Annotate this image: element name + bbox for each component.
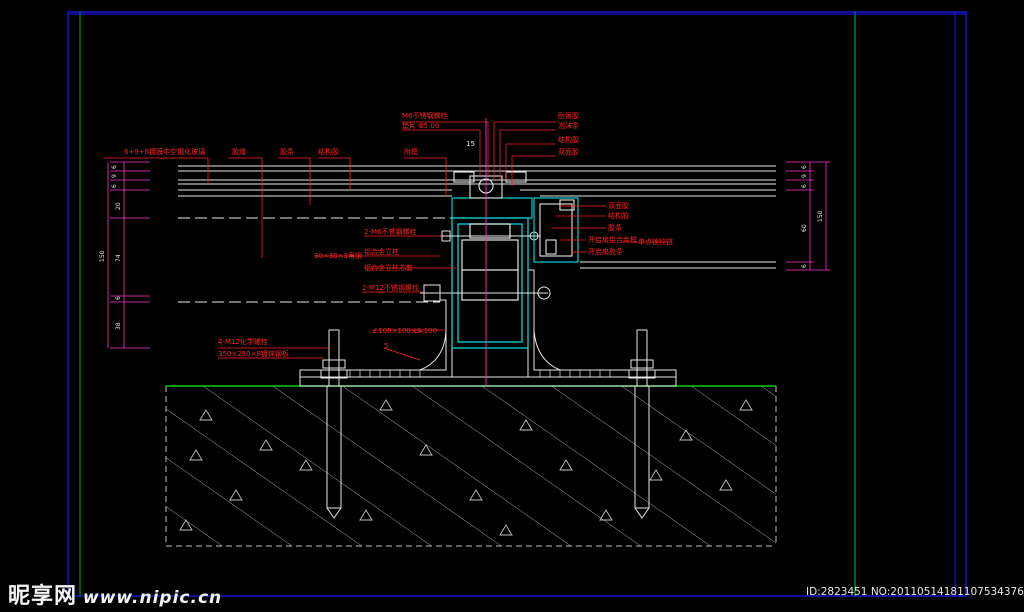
- dim-left-2: 9: [111, 174, 118, 178]
- angle-steel-right: [527, 269, 677, 378]
- label-m12: 2-M12不锈钢螺栓: [362, 283, 419, 292]
- label-l2: 胶缝: [232, 147, 246, 156]
- label-sealant: 耐候胶: [558, 111, 579, 120]
- aluminum-mullion: [451, 217, 529, 349]
- right-dimension-values: 6 9 6 60 6 150: [801, 165, 824, 268]
- label-l4: 结构胶: [318, 147, 339, 156]
- dim-right-2: 9: [801, 174, 808, 178]
- dim-right-1: 6: [801, 165, 808, 169]
- label-angle-len: L=100: [414, 327, 437, 335]
- label-t3: 结构胶: [558, 135, 579, 144]
- label-m6: 2-M6不锈钢螺栓: [364, 227, 416, 236]
- label-insert: 铝合金立柱芯套: [364, 263, 413, 272]
- angle-fillet-right: [533, 329, 561, 371]
- site-watermark: 昵享网 www.nipic.cn: [8, 578, 222, 610]
- label-chem-bolt: 4-M12化学螺栓: [218, 337, 268, 346]
- dim-right-4: 60: [801, 224, 808, 232]
- dim-right-5: 6: [801, 264, 808, 268]
- glass-panes: [178, 165, 776, 303]
- labels-top: M6不锈钢螺栓 垫片 Φ5.00 耐候胶 泡沫条 结构胶 双面胶 15: [402, 111, 579, 156]
- image-id: ID:2823451 NO:20110514181107534376: [806, 586, 1024, 598]
- label-r3: 胶条: [608, 223, 622, 232]
- dim-left-7: 38: [115, 322, 122, 330]
- watermark-url: www.nipic.cn: [83, 588, 223, 608]
- labels-left: 6+9+6镀膜中空钢化玻璃 胶缝 胶条 结构胶 附框 2-M6不锈钢螺栓 铝合金…: [124, 147, 437, 358]
- label-l5: 附框: [404, 147, 418, 156]
- label-r5: 开启扇胶条: [588, 247, 623, 256]
- label-glass-spec: 6+9+6镀膜中空钢化玻璃: [124, 147, 205, 156]
- label-r1: 双面胶: [608, 201, 629, 210]
- dim-left-4: 20: [115, 202, 122, 210]
- label-foam: 泡沫条: [558, 121, 579, 130]
- label-r6: 单点锁铰链: [638, 237, 673, 246]
- label-l3: 胶条: [280, 147, 294, 156]
- label-r2: 结构胶: [608, 211, 629, 220]
- cad-drawing-canvas: 6 9 6 20 74 6 38 150 6 9 6 60 6 150 6+9+…: [67, 11, 967, 597]
- label-plate: 350×250×8镀锌钢板: [218, 349, 289, 358]
- concrete-foundation: [165, 385, 777, 547]
- label-dim5: 15: [466, 140, 475, 148]
- dim-right-3: 6: [801, 184, 808, 188]
- weld-ticks: [349, 370, 611, 377]
- joint-cap: [451, 171, 579, 263]
- watermark-brand: 昵享网: [8, 584, 78, 609]
- label-t4: 双面胶: [558, 147, 579, 156]
- leader-lines: [104, 121, 668, 361]
- dim-left-total: 150: [99, 250, 106, 262]
- label-weld: 5: [384, 342, 388, 350]
- label-alu-col: 铝合金立柱: [364, 247, 399, 256]
- label-gasket: 垫片 Φ5.00: [402, 121, 439, 130]
- dim-left-6: 6: [115, 296, 122, 300]
- dim-right-total: 150: [817, 210, 824, 222]
- label-m6-bolt: M6不锈钢螺栓: [402, 111, 448, 120]
- label-steel-tube: 30×30×3角钢: [314, 251, 362, 260]
- m12-bolt: [420, 284, 551, 302]
- dim-left-1: 6: [111, 165, 118, 169]
- labels-right: 双面胶 结构胶 胶条 开启扇铝合金框 开启扇胶条 单点锁铰链: [588, 201, 673, 256]
- dim-left-5: 74: [115, 254, 122, 262]
- dim-left-3: 6: [111, 184, 118, 188]
- angle-fillet-left: [419, 329, 447, 371]
- label-r4: 开启扇铝合金框: [588, 235, 637, 244]
- base-steel-plate: [299, 376, 677, 387]
